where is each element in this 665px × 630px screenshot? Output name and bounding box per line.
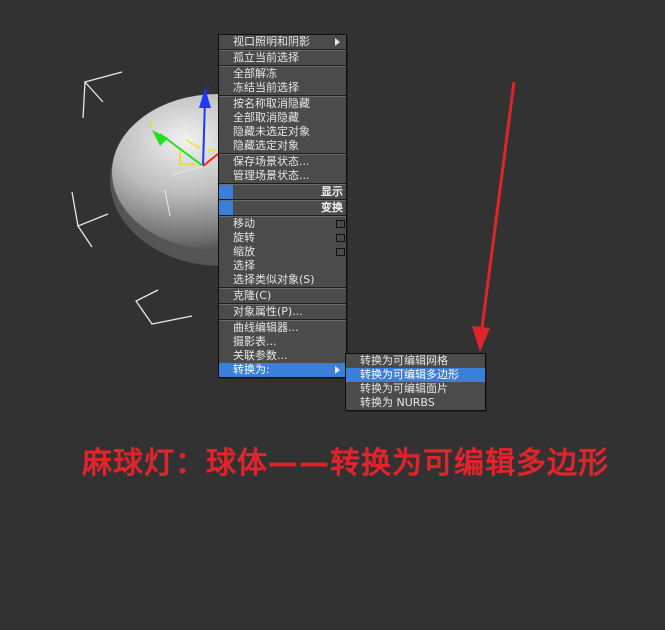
- submenu-arrow-icon: [335, 366, 340, 374]
- quad-header-label: 变换: [321, 201, 343, 214]
- settings-box-icon[interactable]: [336, 220, 345, 228]
- menu-item-curve-editor[interactable]: 曲线编辑器...: [219, 321, 346, 335]
- menu-item-label: 旋转: [233, 231, 255, 244]
- menu-item-viewport-lighting[interactable]: 视口照明和阴影: [219, 35, 346, 49]
- menu-item-hide-unselected[interactable]: 隐藏未选定对象: [219, 125, 346, 139]
- menu-item-clone[interactable]: 克隆(C): [219, 289, 346, 303]
- menu-item-unhide-by-name[interactable]: 按名称取消隐藏: [219, 97, 346, 111]
- annotation-arrow: [472, 81, 516, 352]
- menu-item-wire-parameters[interactable]: 关联参数...: [219, 349, 346, 363]
- menu-item-unfreeze-all[interactable]: 全部解冻: [219, 67, 346, 81]
- quad-menu: 视口照明和阴影 孤立当前选择 全部解冻 冻结当前选择 按名称取消隐藏 全部取消隐…: [218, 34, 347, 378]
- menu-item-hide-selection[interactable]: 隐藏选定对象: [219, 139, 346, 153]
- menu-item-convert-to-editable-poly[interactable]: 转换为可编辑多边形: [346, 368, 485, 382]
- menu-item-object-properties[interactable]: 对象属性(P)...: [219, 305, 346, 319]
- settings-box-icon[interactable]: [336, 248, 345, 256]
- menu-item-convert-to-nurbs[interactable]: 转换为 NURBS: [346, 396, 485, 410]
- menu-item-convert-to[interactable]: 转换为:: [219, 363, 346, 377]
- menu-item-isolate-selection[interactable]: 孤立当前选择: [219, 51, 346, 65]
- menu-item-move[interactable]: 移动: [219, 217, 346, 231]
- quad-header-transform: 变换: [219, 201, 346, 215]
- menu-item-freeze-selection[interactable]: 冻结当前选择: [219, 81, 346, 95]
- quad-header-marker: [219, 185, 233, 199]
- menu-item-save-scene-state[interactable]: 保存场景状态...: [219, 155, 346, 169]
- menu-item-manage-scene-states[interactable]: 管理场景状态...: [219, 169, 346, 183]
- menu-item-scale[interactable]: 缩放: [219, 245, 346, 259]
- convert-to-submenu: 转换为可编辑网格 转换为可编辑多边形 转换为可编辑面片 转换为 NURBS: [345, 353, 486, 411]
- submenu-arrow-icon: [335, 38, 340, 46]
- menu-item-select-similar[interactable]: 选择类似对象(S): [219, 273, 346, 287]
- menu-item-label: 转换为:: [233, 363, 270, 376]
- settings-box-icon[interactable]: [336, 234, 345, 242]
- quad-header-label: 显示: [321, 185, 343, 198]
- gizmo-z-label: z: [205, 85, 210, 95]
- menu-item-convert-to-editable-mesh[interactable]: 转换为可编辑网格: [346, 354, 485, 368]
- menu-item-convert-to-editable-patch[interactable]: 转换为可编辑面片: [346, 382, 485, 396]
- gizmo-y-label: y: [148, 119, 154, 129]
- menu-item-label: 视口照明和阴影: [233, 35, 310, 48]
- menu-item-rotate[interactable]: 旋转: [219, 231, 346, 245]
- annotation-caption: 麻球灯：球体——转换为可编辑多边形: [82, 446, 609, 481]
- menu-item-select[interactable]: 选择: [219, 259, 346, 273]
- menu-item-dope-sheet[interactable]: 摄影表...: [219, 335, 346, 349]
- menu-item-unhide-all[interactable]: 全部取消隐藏: [219, 111, 346, 125]
- menu-item-label: 移动: [233, 217, 255, 230]
- menu-item-label: 缩放: [233, 245, 255, 258]
- quad-header-display: 显示: [219, 185, 346, 199]
- quad-header-marker: [219, 201, 233, 215]
